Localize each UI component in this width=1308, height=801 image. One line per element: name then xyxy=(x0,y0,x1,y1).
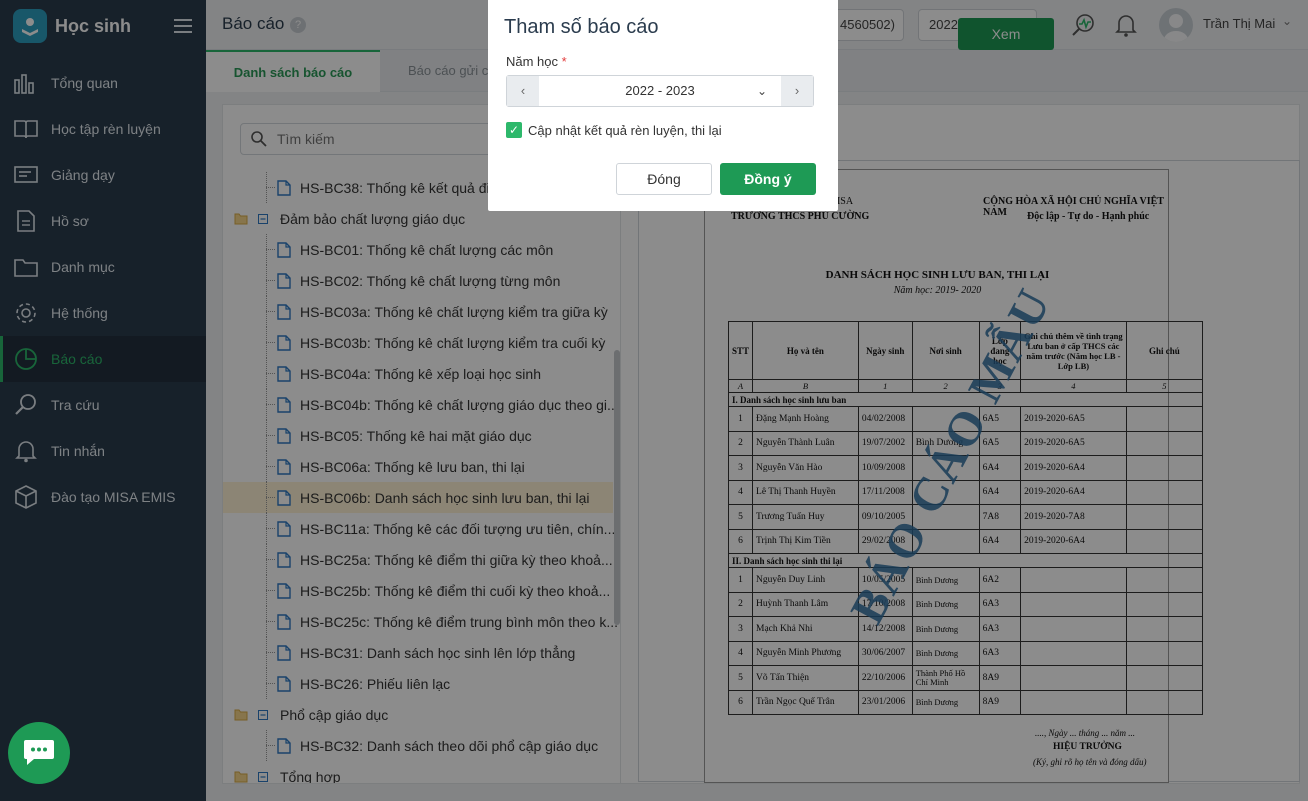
chevron-left-icon[interactable]: ‹ xyxy=(507,76,539,106)
update-results-checkbox[interactable]: ✓ xyxy=(506,122,522,138)
year-picker-value[interactable]: 2022 - 2023 xyxy=(539,76,781,106)
update-results-label[interactable]: Cập nhật kết quả rèn luyện, thi lại xyxy=(528,123,722,138)
year-field-label-text: Năm học xyxy=(506,54,559,69)
chevron-down-icon[interactable]: ⌄ xyxy=(757,76,767,106)
chat-button[interactable] xyxy=(8,722,70,784)
year-picker: ‹ 2022 - 2023 ⌄ › xyxy=(506,75,814,107)
close-button[interactable]: Đóng xyxy=(616,163,712,195)
report-params-dialog: Tham số báo cáo Năm học * ‹ 2022 - 2023 … xyxy=(488,0,838,211)
required-mark: * xyxy=(561,54,567,69)
dialog-title: Tham số báo cáo xyxy=(504,16,659,38)
ok-button[interactable]: Đồng ý xyxy=(720,163,816,195)
chevron-right-icon[interactable]: › xyxy=(781,76,813,106)
year-field-label: Năm học * xyxy=(506,54,567,69)
chat-bubble-icon xyxy=(22,737,56,770)
